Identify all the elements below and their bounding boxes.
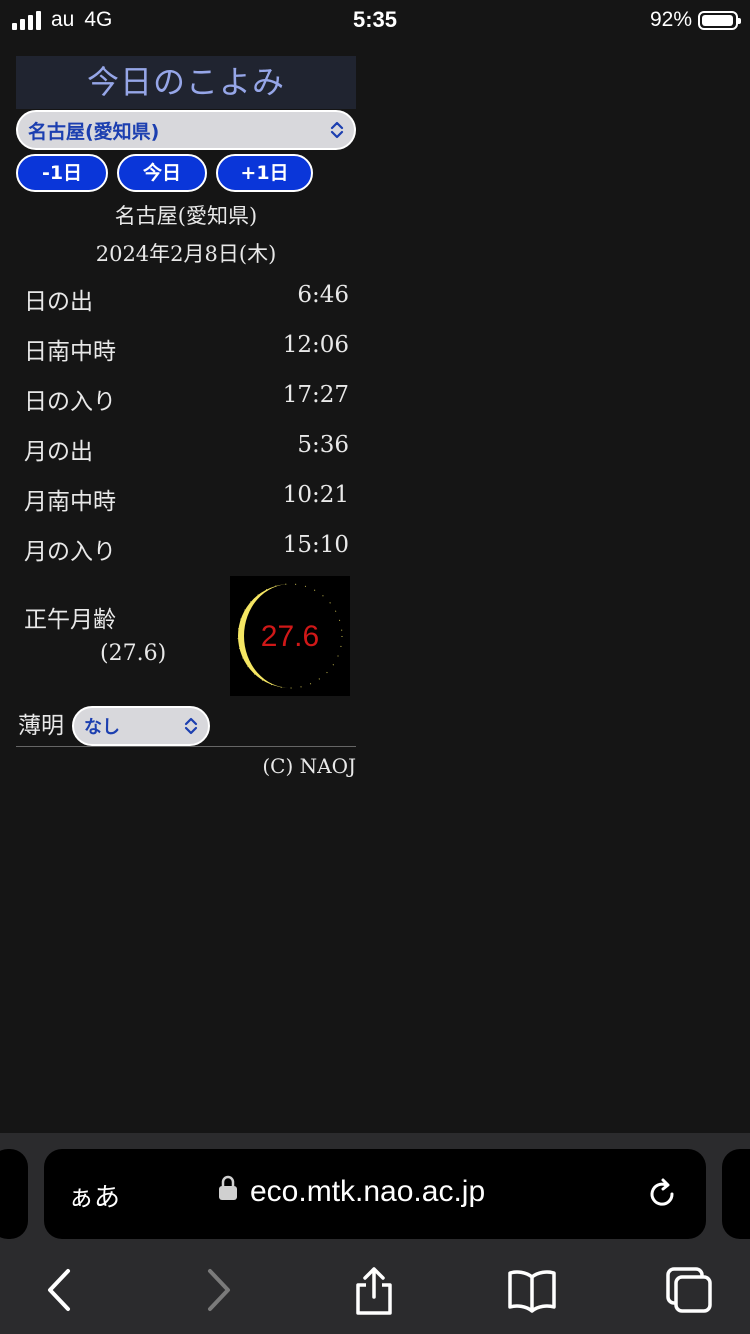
lock-icon: [218, 1175, 238, 1209]
time-value: 12:06: [282, 332, 349, 358]
reload-icon[interactable]: [644, 1176, 680, 1216]
moon-phase-image: 27.6: [230, 576, 350, 696]
divider: [16, 746, 356, 747]
moon-age-value: (27.6): [100, 641, 167, 666]
copyright: (C) NAOJ: [16, 754, 356, 778]
time-row: 日南中時 12:06: [24, 332, 349, 366]
back-icon[interactable]: [44, 1265, 74, 1319]
chevron-updown-icon: [184, 717, 198, 735]
time-row: 月南中時 10:21: [24, 482, 349, 516]
time-row: 月の入り 15:10: [24, 532, 349, 566]
date-heading: 2024年2月8日(木): [95, 242, 277, 266]
twilight-select-value: なし: [84, 717, 120, 738]
moon-age-label: 正午月齢: [24, 607, 116, 633]
time-row: 月の出 5:36: [24, 432, 349, 466]
next-tab-pill[interactable]: [722, 1149, 750, 1239]
previous-tab-pill[interactable]: [0, 1149, 28, 1239]
today-button[interactable]: 今日: [117, 154, 207, 192]
battery-icon: [698, 10, 741, 30]
status-time: 5:35: [352, 7, 398, 32]
location-heading: 名古屋(愛知県): [114, 204, 258, 228]
time-label: 日の出: [24, 289, 93, 315]
time-value: 17:27: [282, 382, 349, 408]
time-label: 日の入り: [24, 389, 116, 415]
time-value: 10:21: [282, 482, 349, 508]
url-display[interactable]: eco.mtk.nao.ac.jp: [218, 1175, 485, 1209]
page-settings-button[interactable]: ぁあ: [68, 1177, 120, 1214]
bookmarks-icon[interactable]: [506, 1265, 558, 1319]
location-select[interactable]: 名古屋(愛知県): [16, 110, 356, 150]
time-label: 月の入り: [24, 539, 116, 565]
twilight-select[interactable]: なし: [72, 706, 210, 746]
chevron-updown-icon: [330, 121, 344, 139]
page-title: 今日のこよみ: [16, 56, 356, 109]
time-label: 日南中時: [24, 339, 116, 365]
battery-percent: 92%: [649, 8, 692, 31]
prev-day-button[interactable]: -1日: [16, 154, 108, 192]
status-bar: au 4G 5:35 92%: [0, 0, 750, 44]
url-text: eco.mtk.nao.ac.jp: [250, 1175, 486, 1208]
twilight-label: 薄明: [18, 713, 64, 739]
location-select-value: 名古屋(愛知県): [28, 120, 160, 143]
copyright-text: (C) NAOJ: [262, 754, 356, 778]
time-row: 日の出 6:46: [24, 282, 349, 316]
forward-icon[interactable]: [204, 1265, 234, 1319]
time-value: 15:10: [282, 532, 349, 558]
moon-age-overlay: 27.6: [261, 620, 319, 653]
time-row: 日の入り 17:27: [24, 382, 349, 416]
time-value: 6:46: [297, 282, 349, 308]
time-label: 月の出: [24, 439, 93, 465]
tabs-icon[interactable]: [664, 1265, 714, 1319]
time-value: 5:36: [297, 432, 349, 458]
next-day-button[interactable]: +1日: [216, 154, 313, 192]
time-label: 月南中時: [24, 489, 116, 515]
share-icon[interactable]: [352, 1265, 396, 1321]
koyomi-panel: 今日のこよみ 名古屋(愛知県) -1日 今日 +1日 名古屋(愛知県) 2024…: [16, 56, 356, 778]
